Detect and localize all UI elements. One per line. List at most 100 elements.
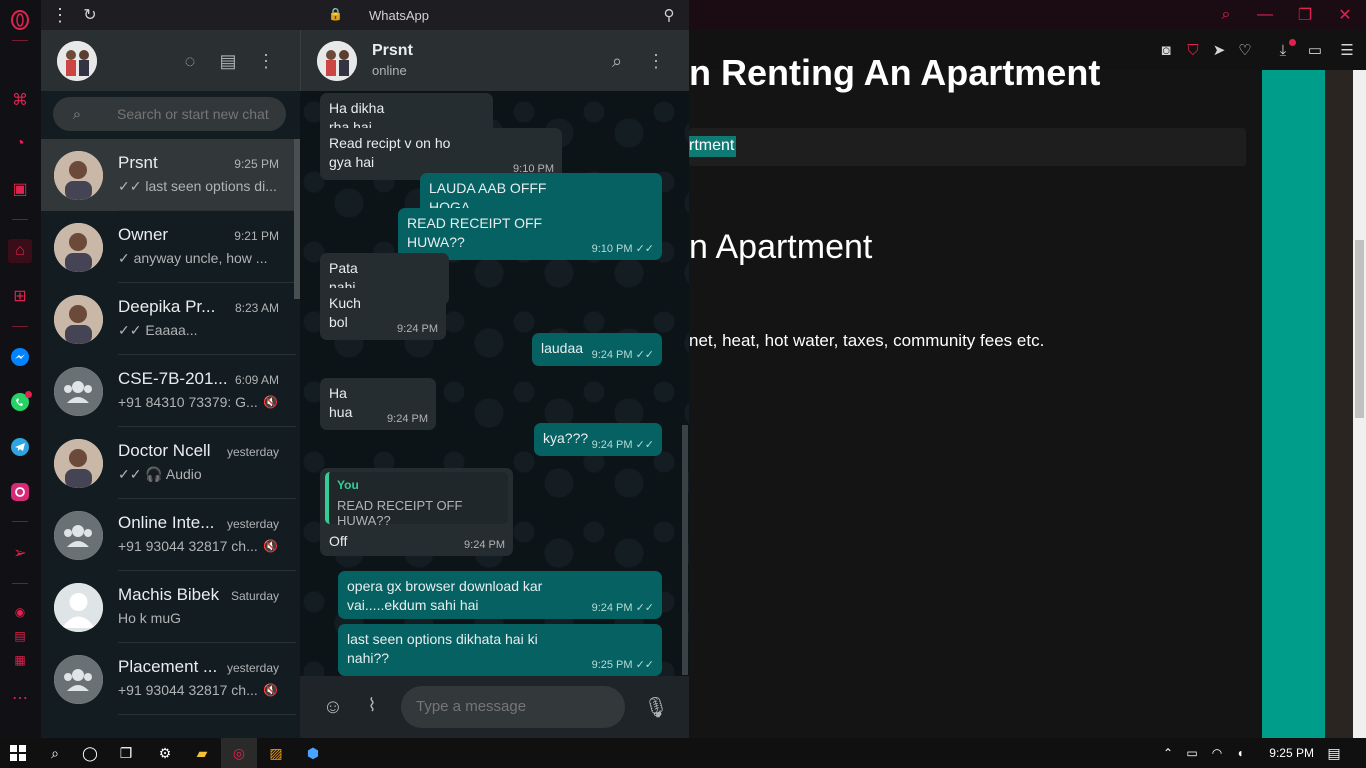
my-avatar[interactable] — [57, 41, 97, 81]
reload-icon[interactable]: ↻ — [78, 3, 102, 27]
new-chat-icon[interactable]: ▤ — [216, 49, 240, 73]
panel-menu-icon[interactable]: ⋮ — [48, 3, 72, 27]
telegram-icon[interactable] — [8, 435, 32, 459]
instagram-icon[interactable] — [8, 480, 32, 504]
chat-avatar — [54, 295, 103, 344]
message-text: Off — [329, 533, 348, 549]
speed-dial-icon[interactable]: ◔ — [8, 132, 32, 156]
pin-icon[interactable]: ⚲ — [657, 3, 681, 27]
message-input[interactable] — [416, 698, 616, 715]
microphone-icon[interactable]: 🎙 — [643, 695, 668, 719]
home-icon[interactable]: ⌂ — [8, 239, 32, 263]
emoji-icon[interactable]: ☺ — [321, 695, 345, 719]
chat-last-message: +91 84310 73379: G... — [118, 394, 258, 410]
chat-time: Saturday — [230, 589, 279, 603]
incoming-message[interactable]: Ha hua 9:24 PM — [320, 378, 436, 430]
controller-icon[interactable]: ⊞ — [8, 284, 32, 308]
chat-item[interactable]: Deepika Pr... 8:23 AM ✓✓ Eaaaa... — [41, 283, 296, 355]
conversation-scrollbar[interactable] — [682, 425, 688, 675]
chat-name: Deepika Pr... — [118, 297, 216, 316]
download-badge — [1289, 39, 1296, 46]
more-icon[interactable]: ⋯ — [8, 686, 32, 710]
search-input[interactable] — [117, 106, 277, 122]
search-icon[interactable]: ⌕ — [1216, 5, 1236, 25]
chat-item[interactable]: Machis Bibek Saturday Ho k muG — [41, 571, 296, 643]
double-tick-icon: ✓✓ — [635, 602, 654, 614]
camera-icon[interactable]: ◙ — [1156, 40, 1176, 60]
page-side-banner — [1262, 70, 1325, 738]
message-time: 9:24 PM ✓✓ — [592, 601, 654, 614]
message-field[interactable] — [401, 686, 625, 728]
chat-item[interactable]: Prsnt 9:25 PM ✓✓ last seen options di... — [41, 139, 296, 211]
send-icon[interactable]: ➢ — [8, 541, 32, 565]
notification-badge — [25, 391, 32, 398]
toc-box — [689, 128, 1246, 166]
file-explorer-icon[interactable]: ▰ — [191, 742, 213, 764]
chat-time: 6:09 AM — [234, 373, 279, 387]
incoming-message[interactable]: Kuch bol 9:24 PM — [320, 288, 446, 340]
chat-last-message: ✓✓ Eaaaa... — [118, 322, 198, 338]
gamepad-icon[interactable]: ⌘ — [8, 88, 32, 112]
incoming-message[interactable]: You READ RECEIPT OFF HUWA?? Off 9:24 PM — [320, 468, 513, 556]
wifi-icon[interactable]: ◠ — [1206, 742, 1228, 764]
message-time: 9:10 PM✓✓ — [592, 242, 654, 255]
outgoing-message[interactable]: kya??? 9:24 PM ✓✓ — [534, 423, 662, 456]
close-icon[interactable]: ✕ — [1335, 5, 1355, 25]
chat-list: Prsnt 9:25 PM ✓✓ last seen options di... Ow… — [41, 139, 300, 738]
sublime-text-icon[interactable]: ▨ — [265, 742, 287, 764]
chat-item[interactable]: CSE-7B-201... 6:09 AM +91 84310 73379: G..… — [41, 355, 296, 427]
chat-avatar — [54, 439, 103, 488]
message-text: Read recipt v on ho gya hai — [329, 135, 451, 170]
task-view-icon[interactable]: ❐ — [115, 742, 137, 764]
network-limiter-icon[interactable]: ◉ — [8, 600, 32, 624]
message-text: READ RECEIPT OFF HUWA?? — [407, 215, 543, 250]
messenger-icon[interactable] — [8, 345, 32, 369]
send-icon[interactable]: ➤ — [1209, 40, 1229, 60]
attach-icon[interactable]: ⌇ — [360, 693, 384, 717]
highlighted-link[interactable]: rtment — [689, 136, 737, 157]
search-bar: ⌕ — [41, 91, 300, 139]
chat-item[interactable]: Owner 9:21 PM ✓ anyway uncle, how ... — [41, 211, 296, 283]
heart-icon[interactable]: ♡ — [1235, 40, 1255, 60]
message-time: 9:24 PM — [387, 413, 428, 425]
notification-center-icon[interactable]: ▤ — [1323, 742, 1345, 764]
adblock-icon[interactable]: ⛉ — [1183, 40, 1203, 60]
message-text: kya??? — [543, 430, 589, 446]
outgoing-message[interactable]: opera gx browser download kar vai.....ek… — [338, 571, 662, 619]
outgoing-message[interactable]: laudaa 9:24 PM ✓✓ — [532, 333, 662, 366]
chat-item[interactable]: Online Inte... yesterday +91 93044 32817 c… — [41, 499, 296, 571]
browser-titlebar: ⌕ — ❐ ✕ — [689, 0, 1366, 30]
outgoing-message[interactable]: last seen options dikhata hai ki nahi?? 9… — [338, 624, 662, 676]
chat-last-message: ✓✓ 🎧 Audio — [118, 466, 202, 482]
twitch-icon[interactable]: ▣ — [8, 177, 32, 201]
quoted-message[interactable]: You READ RECEIPT OFF HUWA?? — [325, 472, 508, 528]
minimize-icon[interactable]: — — [1255, 5, 1275, 25]
menu-icon[interactable]: ⋮ — [254, 49, 278, 73]
page-scrollbar-thumb[interactable] — [1355, 240, 1364, 418]
cortana-icon[interactable]: ◯ — [79, 742, 101, 764]
chevron-up-icon[interactable]: ⌃ — [1157, 742, 1179, 764]
status-icon[interactable]: ◌ — [178, 49, 202, 73]
muted-icon: 🔇 — [263, 683, 278, 697]
ram-limiter-icon[interactable]: ▤ — [8, 624, 32, 648]
easy-setup-icon[interactable]: ☰ — [1337, 40, 1357, 60]
search-icon[interactable]: ⌕ — [44, 742, 66, 764]
chat-name: Owner — [118, 225, 169, 244]
chat-item[interactable]: Doctor Ncell yesterday ✓✓ 🎧 Audio — [41, 427, 296, 499]
panel-title: WhatsApp — [369, 8, 429, 23]
search-field[interactable]: ⌕ — [53, 97, 286, 131]
opera-gx-logo-icon[interactable] — [8, 8, 32, 32]
app-icon[interactable]: ⬢ — [302, 742, 324, 764]
windows-start-icon[interactable] — [7, 742, 29, 764]
cpu-limiter-icon[interactable]: ▦ — [8, 648, 32, 672]
chat-last-message: +91 93044 32817 ch... — [118, 538, 258, 554]
chat-item[interactable]: Placement ... yesterday +91 93044 32817 ch… — [41, 643, 296, 715]
opera-gx-icon[interactable]: ◎ — [228, 742, 250, 764]
volume-icon[interactable]: ◖ — [1229, 742, 1251, 764]
battery-icon[interactable]: ▭ — [1305, 40, 1325, 60]
chat-list-pane: ◌ ▤ ⋮ ⌕ Prsnt 9:25 PM ✓✓ last seen options… — [41, 30, 300, 738]
maximize-icon[interactable]: ❐ — [1295, 5, 1315, 25]
settings-icon[interactable]: ⚙ — [154, 742, 176, 764]
battery-icon[interactable]: ▭ — [1181, 742, 1203, 764]
clock[interactable]: 9:25 PM — [1269, 746, 1314, 760]
